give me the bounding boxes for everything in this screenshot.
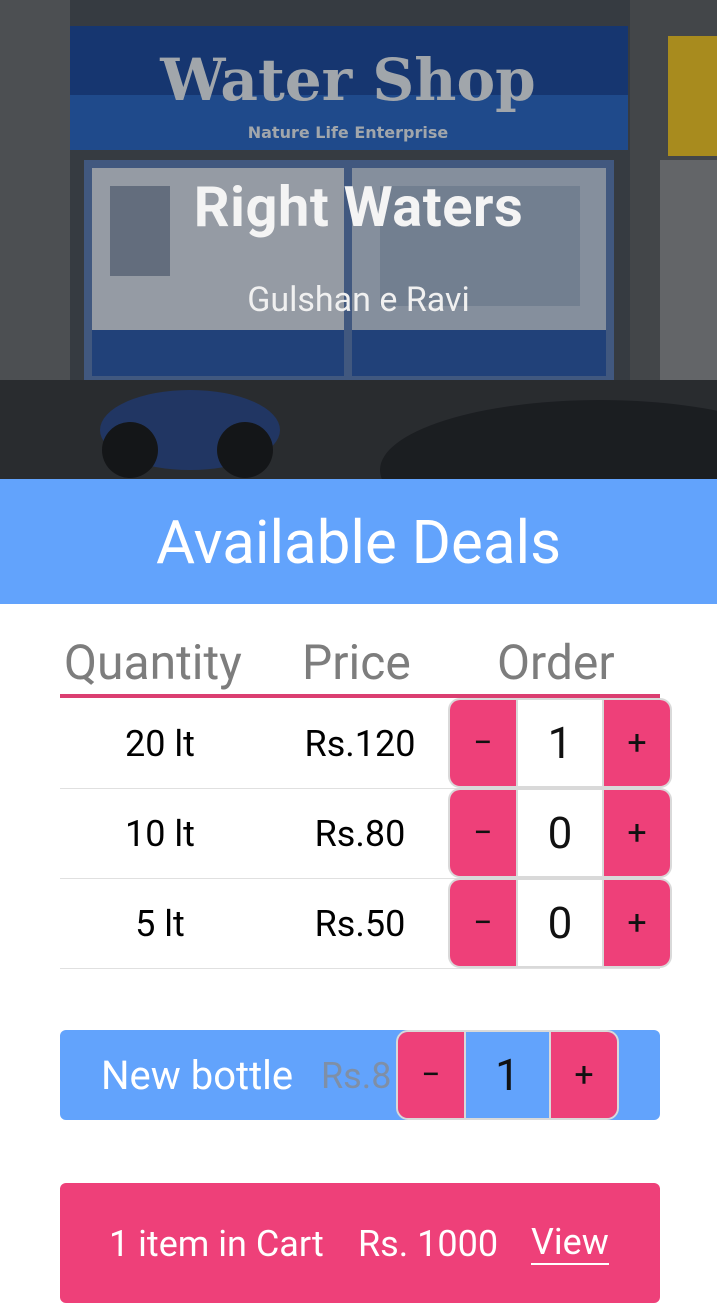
deal-row-20lt: 20 lt Rs.120 − 1 + bbox=[60, 698, 672, 789]
increment-button[interactable]: + bbox=[604, 790, 670, 876]
decrement-button[interactable]: − bbox=[450, 700, 516, 786]
cart-item-count: 1 item in Cart bbox=[109, 1223, 324, 1265]
decrement-button[interactable]: − bbox=[450, 790, 516, 876]
decrement-button[interactable]: − bbox=[450, 880, 516, 966]
order-quantity: 0 bbox=[516, 790, 604, 876]
increment-button[interactable]: + bbox=[551, 1032, 617, 1118]
deal-quantity: 20 lt bbox=[125, 723, 195, 765]
decrement-button[interactable]: − bbox=[398, 1032, 464, 1118]
available-deals-heading: Available Deals bbox=[0, 479, 717, 604]
new-bottle-label: New bottle bbox=[101, 1052, 294, 1099]
deal-quantity: 10 lt bbox=[125, 813, 195, 855]
deals-table-header: Quantity Price Order bbox=[60, 628, 660, 698]
new-bottle-quantity: 1 bbox=[464, 1032, 551, 1118]
order-stepper: − 1 + bbox=[448, 698, 672, 788]
order-quantity: 1 bbox=[516, 700, 604, 786]
deal-price: Rs.120 bbox=[304, 723, 416, 765]
store-header-image: Water Shop Nature Life Enterprise Right … bbox=[0, 0, 717, 479]
column-header-price: Price bbox=[302, 634, 411, 691]
increment-button[interactable]: + bbox=[604, 700, 670, 786]
increment-button[interactable]: + bbox=[604, 880, 670, 966]
new-bottle-price: Rs.8 bbox=[321, 1055, 392, 1097]
deal-price: Rs.50 bbox=[314, 903, 406, 945]
deal-quantity: 5 lt bbox=[135, 903, 185, 945]
store-name: Right Waters bbox=[193, 174, 524, 240]
view-cart-link[interactable]: View bbox=[531, 1221, 609, 1265]
new-bottle-stepper: − 1 + bbox=[396, 1030, 619, 1120]
deal-row-5lt: 5 lt Rs.50 − 0 + bbox=[60, 878, 672, 969]
deal-price: Rs.80 bbox=[314, 813, 406, 855]
store-location: Gulshan e Ravi bbox=[247, 280, 470, 320]
order-stepper: − 0 + bbox=[448, 878, 672, 968]
column-header-quantity: Quantity bbox=[64, 634, 242, 691]
new-bottle-bar: New bottle Rs.8 − 1 + bbox=[60, 1030, 660, 1120]
column-header-order: Order bbox=[497, 634, 615, 691]
cart-total: Rs. 1000 bbox=[358, 1223, 499, 1265]
order-stepper: − 0 + bbox=[448, 788, 672, 878]
deal-row-10lt: 10 lt Rs.80 − 0 + bbox=[60, 788, 672, 879]
cart-summary-bar[interactable]: 1 item in Cart Rs. 1000 View bbox=[60, 1183, 660, 1303]
order-quantity: 0 bbox=[516, 880, 604, 966]
